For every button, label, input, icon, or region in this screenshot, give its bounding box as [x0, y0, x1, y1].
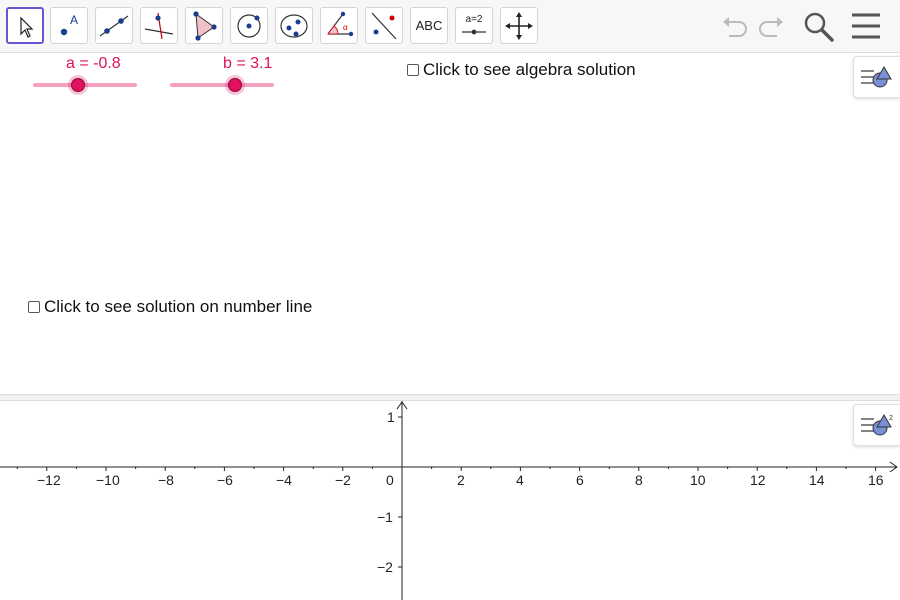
graphics-view-1[interactable]: a = -0.8 b = 3.1 Click to see algebra so… [0, 53, 900, 394]
slider-a-knob[interactable] [71, 78, 85, 92]
slider-b-label: b = 3.1 [223, 55, 273, 72]
toolbar: A α ABC a=2 [0, 0, 900, 53]
style-bar-icon [861, 66, 892, 88]
reflect-tool[interactable] [365, 7, 403, 44]
algebra-solution-label: Click to see algebra solution [423, 60, 636, 79]
x-tick-label: 4 [516, 472, 524, 488]
x-tick-label: 6 [576, 472, 584, 488]
svg-text:A: A [70, 13, 78, 27]
y-tick-label: 1 [387, 409, 395, 425]
checkbox-box[interactable] [407, 64, 419, 76]
x-tick-label: −6 [217, 472, 233, 488]
style-bar-toggle-button[interactable] [853, 56, 900, 98]
undo-icon[interactable] [719, 9, 751, 48]
svg-text:2: 2 [889, 415, 893, 422]
slider-a-label: a = -0.8 [66, 55, 121, 72]
x-tick-label: 16 [868, 472, 884, 488]
angle-tool[interactable]: α [320, 7, 358, 44]
style-bar-icon: 2 [861, 414, 893, 436]
x-tick-label: 0 [386, 472, 394, 488]
svg-text:α: α [343, 23, 348, 32]
polygon-tool[interactable] [185, 7, 223, 44]
perpendicular-line-tool[interactable] [140, 7, 178, 44]
x-tick-label: 14 [809, 472, 825, 488]
graphics-view-2[interactable]: −12 −10 −8 −6 −4 −2 0 2 4 6 8 10 12 14 1… [0, 401, 900, 600]
menu-icon[interactable] [850, 9, 882, 48]
style-bar-toggle-button-2[interactable]: 2 [853, 404, 900, 446]
text-tool[interactable]: ABC [410, 7, 448, 44]
axes-svg [0, 401, 898, 600]
algebra-solution-checkbox[interactable]: Click to see algebra solution [407, 60, 636, 80]
x-tick-label: −2 [335, 472, 351, 488]
x-tick-label: −4 [276, 472, 292, 488]
move-tool[interactable] [6, 7, 44, 44]
slider-a-track[interactable] [33, 83, 137, 87]
x-tick-label: 10 [690, 472, 706, 488]
search-icon[interactable] [802, 9, 836, 48]
x-tick-label: −10 [96, 472, 120, 488]
slider-tool[interactable]: a=2 [455, 7, 493, 44]
x-tick-label: 8 [635, 472, 643, 488]
ellipse-tool[interactable] [275, 7, 313, 44]
x-tick-label: −12 [37, 472, 61, 488]
checkbox-box[interactable] [28, 301, 40, 313]
point-tool[interactable]: A [50, 7, 88, 44]
circle-center-point-tool[interactable] [230, 7, 268, 44]
view-divider[interactable] [0, 394, 900, 401]
number-line-solution-checkbox[interactable]: Click to see solution on number line [28, 297, 312, 317]
x-tick-label: 12 [750, 472, 766, 488]
y-tick-label: −2 [377, 559, 393, 575]
redo-icon[interactable] [755, 9, 787, 48]
move-graphics-view-tool[interactable] [500, 7, 538, 44]
slider-b-track[interactable] [170, 83, 274, 87]
x-tick-label: 2 [457, 472, 465, 488]
text-tool-label: ABC [415, 18, 443, 33]
number-line-solution-label: Click to see solution on number line [44, 297, 313, 316]
y-tick-label: −1 [377, 509, 393, 525]
x-tick-label: −8 [158, 472, 174, 488]
slider-b-knob[interactable] [228, 78, 242, 92]
line-tool[interactable] [95, 7, 133, 44]
